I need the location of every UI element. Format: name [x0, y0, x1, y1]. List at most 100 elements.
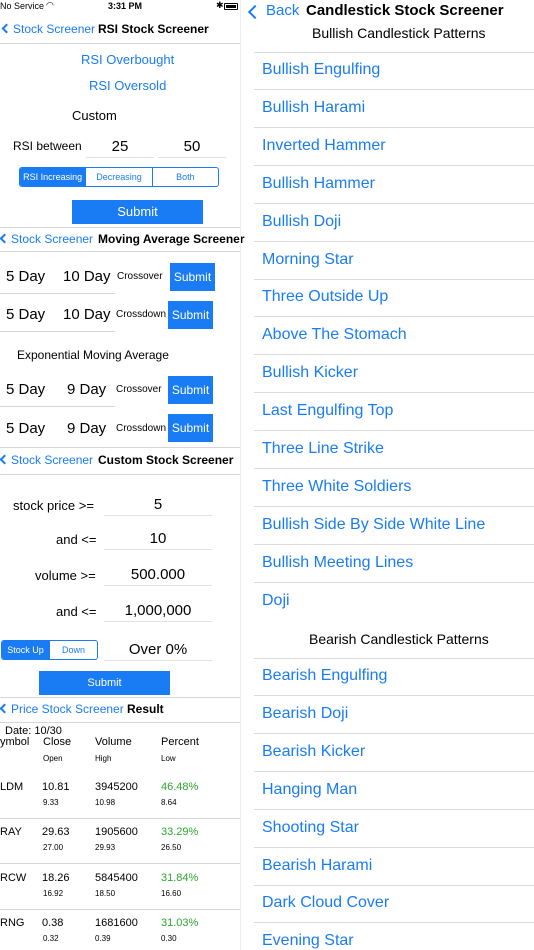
- rsi-overbought-link[interactable]: RSI Overbought: [81, 52, 174, 67]
- pattern-list-item[interactable]: Bullish Doji: [262, 213, 341, 231]
- rsi-high-input[interactable]: 50: [158, 136, 226, 158]
- ema-row1-submit-button[interactable]: Submit: [168, 376, 213, 404]
- volume-min-input[interactable]: 500.000: [104, 564, 212, 586]
- over-percent-input[interactable]: Over 0%: [104, 639, 212, 661]
- price-min-input[interactable]: 5: [104, 494, 212, 516]
- result-close: 0.38: [42, 917, 64, 929]
- pattern-list-item[interactable]: Evening Star: [262, 932, 354, 950]
- result-high: 10.98: [95, 798, 116, 807]
- pattern-list-item[interactable]: Bearish Engulfing: [262, 667, 387, 685]
- ma-row2-submit-button[interactable]: Submit: [168, 301, 213, 329]
- candlestick-nav-bar: Back Candlestick Stock Screener: [244, 0, 534, 24]
- pattern-list-item[interactable]: Hanging Man: [262, 781, 357, 799]
- result-symbol: RAY: [0, 826, 22, 838]
- ma-row1-submit-button[interactable]: Submit: [170, 263, 215, 291]
- pattern-list-item[interactable]: Above The Stomach: [262, 326, 407, 344]
- pattern-list-item[interactable]: Three White Soldiers: [262, 478, 411, 496]
- pattern-list-item[interactable]: Bullish Side By Side White Line: [262, 516, 485, 534]
- bullish-section-header: Bullish Candlestick Patterns: [312, 25, 486, 41]
- header-volume: Volume: [95, 736, 132, 748]
- pattern-list-item[interactable]: Inverted Hammer: [262, 137, 386, 155]
- pattern-list-item[interactable]: Bullish Engulfing: [262, 61, 380, 79]
- pattern-list-item[interactable]: Morning Star: [262, 251, 354, 269]
- pattern-list-item[interactable]: Bullish Hammer: [262, 175, 375, 193]
- rsi-low-input[interactable]: 25: [86, 136, 154, 158]
- pattern-list-item[interactable]: Bullish Kicker: [262, 364, 358, 382]
- candlestick-title: Candlestick Stock Screener: [306, 2, 504, 19]
- volume-max-input[interactable]: 1,000,000: [104, 600, 212, 622]
- segment-down[interactable]: Down: [49, 641, 97, 659]
- rsi-custom-heading: Custom: [72, 108, 117, 123]
- ma-row2-slow[interactable]: 10 Day: [63, 306, 111, 323]
- ema-row2-kind: Crossdown: [116, 423, 167, 434]
- result-close: 10.81: [42, 781, 70, 793]
- pattern-list-item[interactable]: Three Line Strike: [262, 440, 384, 458]
- pattern-list-item[interactable]: Bearish Kicker: [262, 743, 365, 761]
- header-high: High: [95, 754, 112, 763]
- status-time: 3:31 PM: [108, 1, 143, 11]
- segment-stock-up[interactable]: Stock Up: [2, 641, 49, 659]
- price-max-input[interactable]: 10: [104, 528, 212, 550]
- result-percent: 46.48%: [161, 781, 199, 793]
- ema-row2-submit-button[interactable]: Submit: [168, 414, 213, 442]
- chevron-left-icon: [0, 233, 10, 244]
- table-row[interactable]: RCW 18.26 16.92 5845400 18.50 31.84% 16.60: [0, 866, 240, 910]
- pattern-list-item[interactable]: Three Outside Up: [262, 288, 388, 306]
- ema-row1-slow[interactable]: 9 Day: [67, 381, 106, 398]
- ema-row2-fast[interactable]: 5 Day: [6, 420, 45, 437]
- result-title: Result: [127, 702, 164, 716]
- chevron-left-icon: [1, 23, 12, 34]
- result-open: 0.32: [43, 934, 59, 943]
- rsi-submit-button[interactable]: Submit: [72, 200, 203, 224]
- pattern-list-item[interactable]: Bullish Meeting Lines: [262, 554, 413, 572]
- pattern-list-item[interactable]: Doji: [262, 592, 290, 610]
- result-low: 16.60: [161, 889, 182, 898]
- bluetooth-icon: ✱: [216, 0, 224, 10]
- result-open: 27.00: [43, 843, 64, 852]
- segment-rsi-increasing[interactable]: RSI Increasing: [20, 168, 86, 186]
- header-close: Close: [43, 736, 72, 748]
- result-close: 29.63: [42, 826, 70, 838]
- pattern-list-item[interactable]: Bearish Harami: [262, 857, 372, 875]
- rsi-direction-segmented: RSI Increasing Decreasing Both: [19, 167, 219, 187]
- ma-title: Moving Average Screener: [98, 232, 245, 246]
- chevron-left-icon: [247, 4, 263, 20]
- custom-direction-segmented: Stock Up Down: [1, 640, 98, 660]
- custom-submit-button[interactable]: Submit: [39, 671, 170, 695]
- custom-back-button[interactable]: Stock Screener: [0, 453, 93, 467]
- ema-row1-fast[interactable]: 5 Day: [6, 381, 45, 398]
- ma-row1-slow[interactable]: 10 Day: [63, 268, 111, 285]
- pattern-list-item[interactable]: Bullish Harami: [262, 99, 365, 117]
- table-row[interactable]: LDM 10.81 9.33 3945200 10.98 46.48% 8.64: [0, 775, 240, 819]
- result-back-button[interactable]: Price Stock Screener: [0, 702, 124, 716]
- segment-both[interactable]: Both: [151, 168, 218, 186]
- table-row[interactable]: RAY 29.63 27.00 1905600 29.93 33.29% 26.50: [0, 820, 240, 864]
- rsi-between-label: RSI between: [13, 139, 82, 153]
- candlestick-back-button[interactable]: Back: [247, 2, 299, 20]
- ma-row2-fast[interactable]: 5 Day: [6, 306, 45, 323]
- result-low: 0.30: [161, 934, 177, 943]
- rsi-oversold-link[interactable]: RSI Oversold: [89, 78, 166, 93]
- pattern-list-item[interactable]: Shooting Star: [262, 819, 359, 837]
- result-symbol: RCW: [0, 872, 27, 884]
- pattern-list-item[interactable]: Last Engulfing Top: [262, 402, 393, 420]
- header-open: Open: [43, 754, 63, 763]
- header-percent: Percent: [161, 736, 199, 748]
- table-row[interactable]: RNG 0.38 0.32 1681600 0.39 31.03% 0.30: [0, 911, 240, 950]
- ma-back-button[interactable]: Stock Screener: [0, 232, 93, 246]
- rsi-back-button[interactable]: Stock Screener: [1, 22, 95, 36]
- ema-row2-slow[interactable]: 9 Day: [67, 420, 106, 437]
- volume-max-label: and <=: [56, 604, 97, 619]
- result-percent: 31.84%: [161, 872, 199, 884]
- ma-row2-kind: Crossdown: [116, 309, 167, 320]
- custom-title: Custom Stock Screener: [98, 453, 234, 467]
- pattern-list-item[interactable]: Dark Cloud Cover: [262, 894, 389, 912]
- segment-decreasing[interactable]: Decreasing: [85, 168, 151, 186]
- price-min-label: stock price >=: [13, 498, 94, 513]
- price-max-label: and <=: [56, 532, 97, 547]
- ma-row1-fast[interactable]: 5 Day: [6, 268, 45, 285]
- result-volume: 5845400: [95, 872, 138, 884]
- battery-icon: [224, 3, 238, 10]
- pattern-list-item[interactable]: Bearish Doji: [262, 705, 348, 723]
- result-percent: 31.03%: [161, 917, 199, 929]
